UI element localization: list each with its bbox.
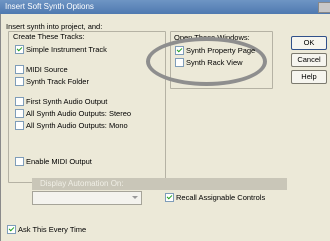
- ask-every-time-checkbox[interactable]: [7, 225, 16, 234]
- synth-rack-view-label: Synth Rack View: [186, 58, 243, 67]
- enable-midi-output-checkbox[interactable]: [15, 157, 24, 166]
- window-title: Insert Soft Synth Options: [5, 2, 94, 11]
- automation-combo[interactable]: [32, 191, 142, 205]
- simple-instrument-track-label: Simple Instrument Track: [26, 45, 107, 54]
- display-automation-header: Display Automation On:: [32, 178, 287, 190]
- simple-instrument-track-checkbox[interactable]: [15, 45, 24, 54]
- all-outputs-stereo-label: All Synth Audio Outputs: Stereo: [26, 109, 132, 118]
- synth-rack-view-checkbox[interactable]: [175, 58, 184, 67]
- first-synth-audio-output-checkbox[interactable]: [15, 97, 24, 106]
- intro-text: Insert synth into project, and:: [6, 22, 103, 31]
- chevron-down-icon: [132, 196, 138, 199]
- enable-midi-output-label: Enable MIDI Output: [26, 157, 92, 166]
- midi-source-checkbox[interactable]: [15, 65, 24, 74]
- midi-source-label: MIDI Source: [26, 65, 68, 74]
- all-outputs-mono-label: All Synth Audio Outputs: Mono: [26, 121, 128, 130]
- create-tracks-label: Create These Tracks:: [13, 32, 85, 41]
- close-button[interactable]: [318, 2, 330, 13]
- synth-property-page-label: Synth Property Page: [186, 46, 256, 55]
- help-button[interactable]: Help: [291, 70, 327, 84]
- title-bar: Insert Soft Synth Options: [0, 0, 330, 15]
- all-outputs-mono-checkbox[interactable]: [15, 121, 24, 130]
- synth-property-page-checkbox[interactable]: [175, 46, 184, 55]
- ok-button[interactable]: OK: [291, 36, 327, 50]
- recall-assignable-controls-checkbox[interactable]: [165, 193, 174, 202]
- synth-track-folder-checkbox[interactable]: [15, 77, 24, 86]
- all-outputs-stereo-checkbox[interactable]: [15, 109, 24, 118]
- synth-track-folder-label: Synth Track Folder: [26, 77, 89, 86]
- first-synth-audio-output-label: First Synth Audio Output: [26, 97, 108, 106]
- cancel-button[interactable]: Cancel: [291, 53, 327, 67]
- dialog-body: Insert synth into project, and: Create T…: [0, 14, 330, 241]
- recall-assignable-controls-label: Recall Assignable Controls: [176, 193, 266, 202]
- ask-every-time-label: Ask This Every Time: [18, 225, 87, 234]
